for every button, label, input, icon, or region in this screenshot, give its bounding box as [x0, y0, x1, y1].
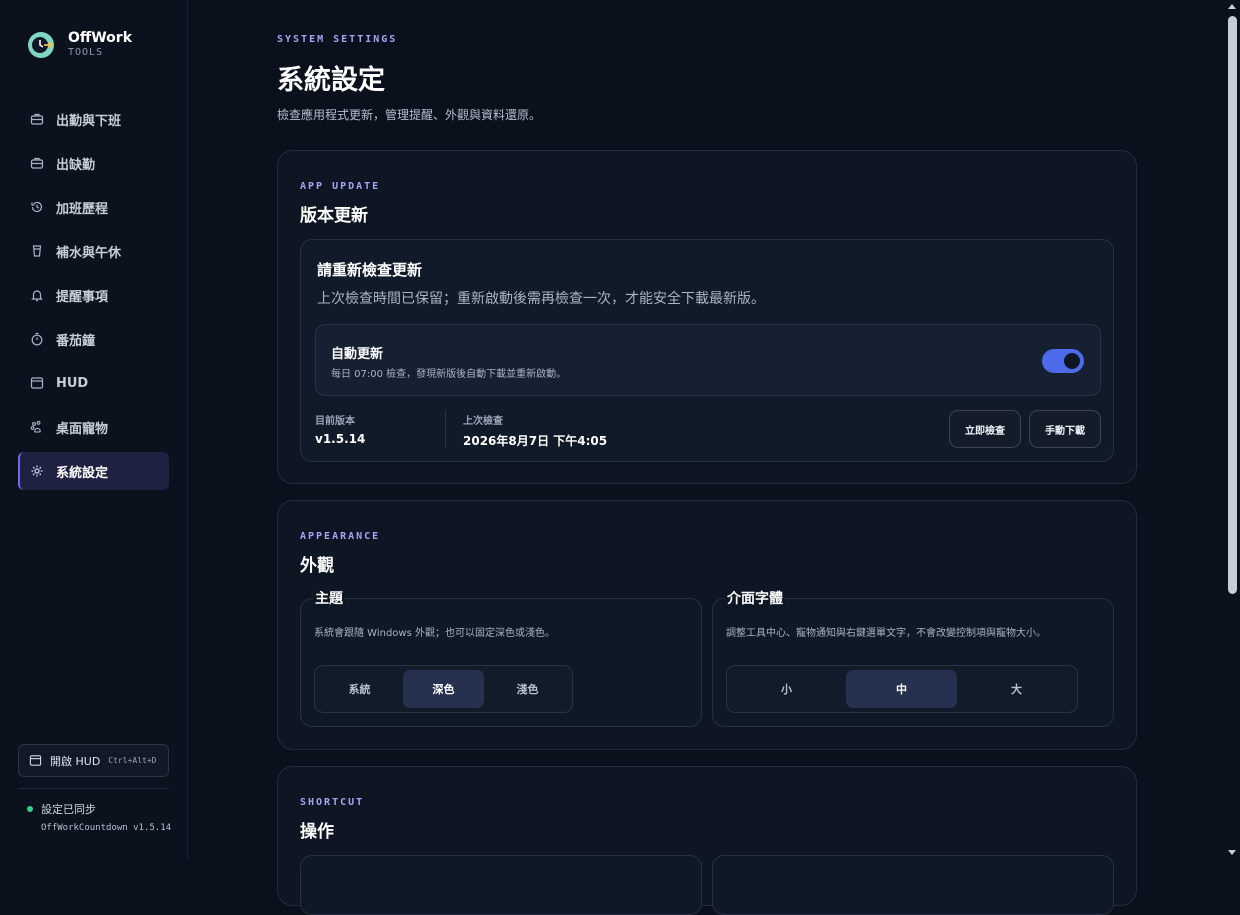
cup-icon: [32, 245, 42, 257]
history-icon: [31, 201, 43, 213]
pet-icon: [30, 420, 41, 433]
theme-description: 系統會跟隨 Windows 外觀；也可以固定深色或淺色。: [314, 628, 555, 639]
current-version-label: 目前版本: [315, 416, 355, 427]
shortcut-group: [300, 855, 702, 915]
sidebar-item-hydration[interactable]: 補水與午休: [18, 232, 169, 270]
sidebar-item-label: 番茄鐘: [56, 333, 96, 349]
font-size-option-large[interactable]: 大: [961, 670, 1072, 708]
section-eyebrow: APP UPDATE: [300, 181, 381, 192]
theme-option-system[interactable]: 系統: [319, 670, 400, 708]
auto-update-toggle[interactable]: [1042, 349, 1084, 373]
sidebar-item-leave[interactable]: 出缺勤: [18, 144, 169, 182]
sidebar-item-settings[interactable]: 系統設定: [18, 452, 169, 490]
section-eyebrow: APPEARANCE: [300, 531, 381, 542]
font-size-segmented-control: 小 中 大: [726, 665, 1078, 713]
manual-download-button[interactable]: 手動下載: [1029, 410, 1101, 448]
divider: [445, 410, 446, 448]
sidebar-nav: 出勤與下班 出缺勤 加班歷程 補水與午休 提醒事項 番茄鐘 HUD 桌面寵物 系…: [18, 100, 169, 496]
shortcut-card: SHORTCUT 操作: [277, 766, 1137, 915]
logo-icon: [28, 32, 54, 58]
auto-update-description: 每日 07:00 檢查，發現新版後自動下載並重新啟動。: [331, 369, 567, 380]
brand[interactable]: OffWork TOOLS: [28, 30, 132, 60]
sidebar: OffWork TOOLS 出勤與下班 出缺勤 加班歷程 補水與午休 提醒事項 …: [0, 0, 188, 860]
last-check-label: 上次檢查: [463, 416, 503, 427]
theme-title: 主題: [313, 590, 345, 608]
status-dot-icon: [27, 806, 33, 812]
auto-update-title: 自動更新: [331, 347, 384, 362]
app-version: OffWorkCountdown v1.5.14: [41, 823, 172, 833]
sync-status: 設定已同步: [27, 801, 96, 817]
sidebar-item-attendance[interactable]: 出勤與下班: [18, 100, 169, 138]
theme-segmented-control: 系統 深色 淺色: [314, 665, 573, 713]
sidebar-item-pet[interactable]: 桌面寵物: [18, 408, 169, 446]
section-eyebrow: SHORTCUT: [300, 797, 365, 808]
sidebar-item-overtime[interactable]: 加班歷程: [18, 188, 169, 226]
window-icon: [30, 377, 44, 389]
briefcase-icon: [30, 113, 44, 125]
sidebar-item-label: 出缺勤: [56, 157, 96, 173]
appearance-card: APPEARANCE 外觀 主題 系統會跟隨 Windows 外觀；也可以固定深…: [277, 500, 1137, 750]
divider: [18, 788, 169, 789]
font-size-title: 介面字體: [725, 590, 785, 608]
last-check-value: 2026年8月7日 下午4:05: [463, 434, 608, 448]
scroll-down-arrow-icon[interactable]: [1228, 850, 1236, 855]
section-title: 版本更新: [300, 206, 368, 226]
briefcase-icon: [30, 157, 44, 169]
app-update-card: APP UPDATE 版本更新 請重新檢查更新 上次檢查時間已保留；重新啟動後需…: [277, 150, 1137, 484]
update-notice-title: 請重新檢查更新: [317, 261, 423, 279]
scrollbar[interactable]: [1224, 0, 1240, 860]
scrollbar-thumb[interactable]: [1228, 16, 1237, 594]
sidebar-item-label: 補水與午休: [56, 245, 122, 261]
sidebar-item-label: 提醒事項: [56, 289, 109, 305]
current-version-value: v1.5.14: [315, 432, 366, 446]
bell-icon: [31, 290, 43, 302]
font-size-group: 介面字體 調整工具中心、寵物通知與右鍵選單文字，不會改變控制項與寵物大小。 小 …: [712, 590, 1114, 727]
shortcut-hint: Ctrl+Alt+D: [108, 756, 157, 765]
sidebar-item-label: 桌面寵物: [56, 421, 109, 437]
toggle-knob: [1064, 353, 1080, 369]
theme-option-dark[interactable]: 深色: [403, 670, 484, 708]
sidebar-item-reminders[interactable]: 提醒事項: [18, 276, 169, 314]
font-size-option-small[interactable]: 小: [731, 670, 842, 708]
section-title: 外觀: [300, 556, 334, 576]
scroll-up-arrow-icon[interactable]: [1228, 4, 1236, 9]
sidebar-item-pomodoro[interactable]: 番茄鐘: [18, 320, 169, 358]
theme-group: 主題 系統會跟隨 Windows 外觀；也可以固定深色或淺色。 系統 深色 淺色: [300, 590, 702, 727]
open-hud-label: 開啟 HUD: [50, 754, 101, 768]
auto-update-row: 自動更新 每日 07:00 檢查，發現新版後自動下載並重新啟動。: [315, 324, 1101, 396]
update-notice-description: 上次檢查時間已保留；重新啟動後需再檢查一次，才能安全下載最新版。: [317, 291, 765, 307]
shortcut-group: [712, 855, 1114, 915]
brand-name: OffWork: [68, 30, 133, 46]
check-now-button[interactable]: 立即檢查: [949, 410, 1021, 448]
timer-icon: [31, 332, 43, 346]
sidebar-item-label: 出勤與下班: [56, 113, 122, 129]
brand-subtitle: TOOLS: [68, 47, 104, 58]
sidebar-item-label: 加班歷程: [56, 201, 109, 217]
font-size-option-medium[interactable]: 中: [846, 670, 957, 708]
theme-option-light[interactable]: 淺色: [487, 670, 568, 708]
page-description: 檢查應用程式更新，管理提醒、外觀與資料還原。: [277, 108, 542, 122]
font-size-description: 調整工具中心、寵物通知與右鍵選單文字，不會改變控制項與寵物大小。: [726, 628, 1046, 639]
sidebar-item-label: 系統設定: [56, 465, 109, 481]
sync-status-label: 設定已同步: [41, 803, 96, 816]
sidebar-item-hud[interactable]: HUD: [18, 364, 169, 402]
section-title: 操作: [300, 822, 334, 842]
update-panel: 請重新檢查更新 上次檢查時間已保留；重新啟動後需再檢查一次，才能安全下載最新版。…: [300, 239, 1114, 462]
sidebar-item-label: HUD: [56, 375, 89, 391]
window-icon: [29, 755, 42, 766]
main-content: SYSTEM SETTINGS 系統設定 檢查應用程式更新，管理提醒、外觀與資料…: [188, 0, 1224, 915]
open-hud-button[interactable]: 開啟 HUD Ctrl+Alt+D: [18, 744, 169, 777]
page-eyebrow: SYSTEM SETTINGS: [277, 34, 398, 45]
page-title: 系統設定: [277, 65, 385, 96]
gear-icon: [31, 465, 43, 477]
